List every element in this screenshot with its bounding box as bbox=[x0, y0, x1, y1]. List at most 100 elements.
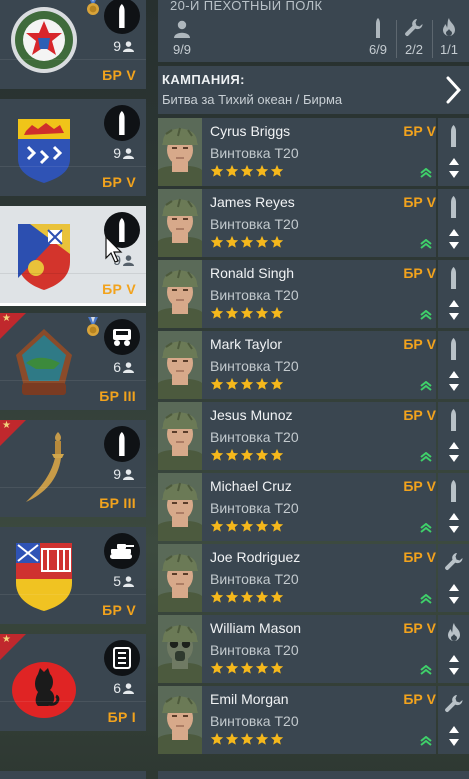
reorder-arrows-icon bbox=[448, 371, 459, 391]
soldier-class-slot[interactable] bbox=[438, 260, 469, 328]
soldier-row[interactable]: Emil Morgan Винтовка Т20 БР V bbox=[158, 686, 436, 754]
wrench-icon bbox=[405, 19, 423, 36]
soldier-name: James Reyes bbox=[210, 194, 295, 210]
person-icon bbox=[123, 254, 134, 266]
squad-card-partial bbox=[0, 771, 146, 779]
red-cat-icon bbox=[12, 662, 76, 718]
soldiers-stat-value: 9/9 bbox=[172, 42, 192, 57]
squad-br: БР III bbox=[99, 388, 136, 404]
star-icon bbox=[210, 590, 224, 603]
star-icon bbox=[210, 235, 224, 248]
soldier-rank-stars bbox=[210, 732, 284, 746]
star-icon bbox=[255, 590, 269, 603]
flame-icon bbox=[447, 623, 460, 641]
soldier-class-icon bbox=[438, 690, 469, 718]
regiment-crest-icon bbox=[18, 119, 70, 183]
soldier-class-slot[interactable] bbox=[438, 331, 469, 399]
person-icon bbox=[123, 361, 134, 373]
star-icon bbox=[210, 661, 224, 674]
soldier-rank-stars bbox=[210, 661, 284, 675]
reorder-handle[interactable] bbox=[438, 582, 469, 608]
soldiers-stat: 9/9 bbox=[168, 18, 196, 58]
upgrade-chevron-icon bbox=[420, 310, 432, 320]
soldier-br: БР V bbox=[403, 620, 436, 636]
reorder-handle[interactable] bbox=[438, 369, 469, 395]
divider bbox=[0, 594, 146, 595]
soldier-row[interactable]: Michael Cruz Винтовка Т20 БР V bbox=[158, 473, 436, 541]
soldier-class-slot[interactable] bbox=[438, 615, 469, 683]
soldier-row[interactable]: William Mason Винтовка Т20 БР V bbox=[158, 615, 436, 683]
soldier-row[interactable]: Jesus Munoz Винтовка Т20 БР V bbox=[158, 402, 436, 470]
squad-size: 9 bbox=[113, 38, 134, 54]
soldier-row[interactable]: Ronald Singh Винтовка Т20 БР V bbox=[158, 260, 436, 328]
soldier-portrait bbox=[158, 260, 202, 328]
soldier-class-slot[interactable] bbox=[438, 544, 469, 612]
soldier-class-slot[interactable] bbox=[438, 118, 469, 186]
soldier-class-slot[interactable] bbox=[438, 402, 469, 470]
soldier-row[interactable]: Joe Rodriguez Винтовка Т20 БР V bbox=[158, 544, 436, 612]
divider bbox=[0, 273, 146, 274]
squad-type-badge bbox=[104, 533, 140, 569]
tank-icon bbox=[110, 544, 134, 559]
reorder-handle[interactable] bbox=[438, 298, 469, 324]
reorder-arrows-icon bbox=[448, 726, 459, 746]
reorder-handle[interactable] bbox=[438, 440, 469, 466]
division-insignia-icon bbox=[11, 7, 77, 73]
squad-card[interactable]: 5 БР V bbox=[0, 527, 146, 624]
crocodile-badge-icon bbox=[16, 329, 72, 395]
soldier-name: Michael Cruz bbox=[210, 478, 292, 494]
soldier-class-slot[interactable] bbox=[438, 189, 469, 257]
squad-card[interactable]: 9БР V bbox=[0, 206, 146, 303]
engineer-stat-value: 2/2 bbox=[404, 42, 424, 57]
squad-card[interactable]: 9БР V bbox=[0, 0, 146, 89]
squad-size: 6 bbox=[113, 680, 134, 696]
campaign-selector[interactable]: КАМПАНИЯ: Битва за Тихий океан / Бирма bbox=[158, 66, 469, 114]
soldier-portrait bbox=[158, 544, 202, 612]
squad-size: 5 bbox=[113, 573, 134, 589]
soldier-rank-stars bbox=[210, 235, 284, 249]
soldier-row[interactable]: Mark Taylor Винтовка Т20 БР V bbox=[158, 331, 436, 399]
soldier-class-slot[interactable] bbox=[438, 686, 469, 754]
reorder-handle[interactable] bbox=[438, 227, 469, 253]
upgrade-chevron-icon bbox=[420, 168, 432, 178]
divider bbox=[0, 59, 146, 60]
star-icon bbox=[225, 448, 239, 461]
bullet-icon bbox=[451, 409, 456, 431]
bullet-icon bbox=[119, 4, 125, 28]
squad-card[interactable]: ★ 6 БР III bbox=[0, 313, 146, 410]
soldier-portrait bbox=[158, 189, 202, 257]
star-icon bbox=[270, 377, 284, 390]
soldier-portrait bbox=[158, 402, 202, 470]
soldier-class-slot[interactable] bbox=[438, 473, 469, 541]
reorder-handle[interactable] bbox=[438, 724, 469, 750]
star-icon bbox=[225, 377, 239, 390]
soldier-portrait bbox=[158, 615, 202, 683]
squad-size-value: 5 bbox=[113, 573, 121, 589]
star-icon bbox=[225, 732, 239, 745]
soldier-row[interactable]: Cyrus Briggs Винтовка Т20 БР V bbox=[158, 118, 436, 186]
squad-size-value: 6 bbox=[113, 359, 121, 375]
soldier-weapon: Винтовка Т20 bbox=[210, 642, 299, 658]
squad-card[interactable]: ★ 9 БР III bbox=[0, 420, 146, 517]
squad-card[interactable]: 9БР V bbox=[0, 99, 146, 196]
reorder-arrows-icon bbox=[448, 655, 459, 675]
medal-icon bbox=[87, 317, 99, 336]
reorder-handle[interactable] bbox=[438, 653, 469, 679]
regiment-shield-icon bbox=[18, 224, 70, 290]
soldier-portrait bbox=[158, 615, 202, 683]
squad-card[interactable]: ★ 6 БР I bbox=[0, 634, 146, 731]
reorder-arrows-icon bbox=[448, 229, 459, 249]
star-icon bbox=[210, 519, 224, 532]
soldier-class-icon bbox=[438, 619, 469, 647]
soldier-portrait bbox=[158, 402, 202, 470]
reorder-handle[interactable] bbox=[438, 156, 469, 182]
mouse-cursor-icon bbox=[105, 236, 123, 263]
chevron-right-icon[interactable] bbox=[445, 76, 461, 104]
bullet-icon bbox=[119, 111, 125, 135]
squad-size: 6 bbox=[113, 359, 134, 375]
soldier-name: William Mason bbox=[210, 620, 302, 636]
reorder-handle[interactable] bbox=[438, 511, 469, 537]
campaign-label: КАМПАНИЯ: bbox=[162, 72, 245, 87]
soldier-rank-stars bbox=[210, 590, 284, 604]
soldier-row[interactable]: James Reyes Винтовка Т20 БР V bbox=[158, 189, 436, 257]
